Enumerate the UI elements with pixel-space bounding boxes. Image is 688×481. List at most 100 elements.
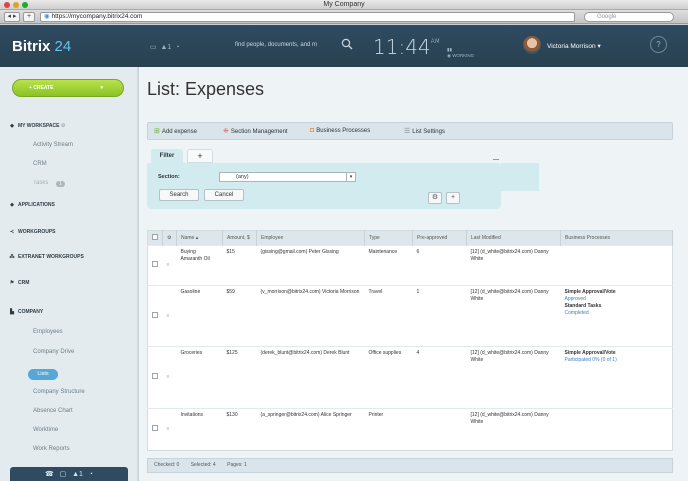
- row-checkbox[interactable]: [147, 285, 163, 347]
- bp-title: Simple Approval/Vote: [564, 289, 616, 295]
- sidebar-section-applications[interactable]: ◈ APPLICATIONS: [8, 202, 55, 208]
- cell-last-modified[interactable]: [12] (d_white@bitrix24.com) Danny White: [466, 285, 561, 347]
- cell-name[interactable]: Gasoline: [176, 285, 223, 347]
- sidebar-item-activity-stream[interactable]: Activity Stream: [33, 142, 73, 148]
- clock[interactable]: 11:44AM: [373, 35, 440, 59]
- checkbox[interactable]: [152, 311, 158, 318]
- notification-icon[interactable]: ▲1: [72, 471, 83, 478]
- cell-type[interactable]: Travel: [364, 285, 413, 347]
- sidebar-item-employees[interactable]: Employees: [33, 329, 63, 335]
- sidebar-item-tasks[interactable]: Tasks: [33, 180, 48, 186]
- cell-name[interactable]: Invitations: [176, 408, 223, 451]
- sidebar-bottom-bar[interactable]: ☎ ▢ ▲1 ◔: [10, 467, 128, 481]
- section-select[interactable]: (any) ▾: [219, 172, 356, 182]
- cell-employee[interactable]: (gissing@gmail.com) Peter Gissing: [256, 245, 365, 286]
- bp-status[interactable]: Completed: [565, 310, 669, 317]
- back-forward-button[interactable]: ◂ ▸: [4, 12, 20, 22]
- avatar[interactable]: [523, 36, 541, 54]
- table-row[interactable]: ≡ Groceries $125 (derek_blunt@bitrix24.c…: [147, 346, 673, 409]
- cloud-icon[interactable]: ◔: [89, 471, 93, 478]
- cell-employee[interactable]: (a_springer@bitrix24.com) Alice Springer: [256, 408, 365, 451]
- create-button[interactable]: + CREATE ▾: [12, 79, 124, 97]
- action-bar: ⊞ Add expense ⁜ Section Management ◘ Busine…: [147, 122, 673, 140]
- search-button[interactable]: Search: [159, 189, 199, 201]
- tab-filter[interactable]: Filter: [151, 149, 183, 163]
- cell-type[interactable]: Printer: [364, 408, 413, 451]
- column-header-name[interactable]: Name ▴: [176, 230, 223, 246]
- browser-search-input[interactable]: Google: [584, 12, 674, 22]
- column-header-type[interactable]: Type: [364, 230, 413, 246]
- cell-name[interactable]: Buying Amaranth Oil: [176, 245, 223, 286]
- business-processes-button[interactable]: ◘ Business Processes: [310, 127, 370, 134]
- column-header-business-processes[interactable]: Business Processes: [560, 230, 673, 246]
- sidebar-item-company-drive[interactable]: Company Drive: [33, 349, 74, 355]
- main-content: List: Expenses ⊞ Add expense ⁜ Section Man…: [139, 67, 688, 481]
- checkbox[interactable]: [152, 234, 158, 240]
- column-header-amount[interactable]: Amount, $: [222, 230, 257, 246]
- cell-employee[interactable]: (v_morrison@bitrix24.com) Victoria Morri…: [256, 285, 365, 347]
- bp-status[interactable]: Approved: [565, 296, 669, 303]
- column-header-preapproved[interactable]: Pre-approved: [412, 230, 467, 246]
- logo-number: 24: [54, 38, 72, 55]
- sidebar-item-worktime[interactable]: Worktime: [33, 427, 58, 433]
- address-bar[interactable]: ◉ https://mycompany.bitrix24.com: [40, 12, 575, 22]
- chat-icon[interactable]: ▢: [60, 471, 67, 478]
- sidebar-section-my-workspace[interactable]: ◆ MY WORKSPACE ⚙: [8, 123, 65, 129]
- new-tab-button[interactable]: +: [23, 12, 35, 22]
- cell-type[interactable]: Office supplies: [364, 346, 413, 409]
- sidebar-item-lists[interactable]: Lists: [28, 369, 58, 380]
- phone-icon[interactable]: ☎: [45, 471, 54, 478]
- column-settings-icon[interactable]: ⚙: [162, 230, 177, 246]
- sidebar-item-crm[interactable]: CRM: [33, 161, 47, 167]
- select-all-checkbox[interactable]: [147, 230, 163, 246]
- row-menu-icon[interactable]: ≡: [162, 408, 177, 451]
- filter-settings-icon[interactable]: ⚙: [428, 192, 442, 204]
- user-menu[interactable]: Victoria Morrison ▾: [547, 42, 601, 50]
- collapse-filter-icon[interactable]: [493, 159, 499, 160]
- sidebar-section-extranet[interactable]: ⁂ EXTRANET WORKGROUPS: [8, 254, 84, 260]
- cell-last-modified[interactable]: [12] (d_white@bitrix24.com) Danny White: [466, 408, 561, 451]
- search-icon[interactable]: [341, 38, 353, 50]
- checkbox[interactable]: [152, 373, 158, 379]
- table-row[interactable]: ≡ Buying Amaranth Oil $15 (gissing@gmail…: [147, 245, 673, 286]
- list-settings-button[interactable]: ☰ List Settings: [404, 127, 445, 135]
- column-header-last-modified[interactable]: Last Modified: [466, 230, 561, 246]
- checkbox[interactable]: [152, 425, 158, 431]
- chevron-down-icon: ▾: [100, 85, 103, 91]
- header-notification-icons[interactable]: ▭ ▲1 ◔: [150, 43, 179, 51]
- add-filter-tab-button[interactable]: +: [187, 149, 213, 163]
- sidebar-item-work-reports[interactable]: Work Reports: [33, 446, 70, 452]
- filter-add-icon[interactable]: +: [446, 192, 460, 204]
- row-checkbox[interactable]: [147, 245, 163, 286]
- table-row[interactable]: ≡ Invitations $130 (a_springer@bitrix24.…: [147, 408, 673, 451]
- sidebar-section-crm[interactable]: ⚑ CRM: [8, 280, 30, 286]
- checkbox[interactable]: [152, 261, 158, 267]
- working-status[interactable]: ▮▮ ◉ WORKING: [447, 47, 474, 59]
- row-checkbox[interactable]: [147, 346, 163, 409]
- cell-last-modified[interactable]: [12] (d_white@bitrix24.com) Danny White: [466, 245, 561, 286]
- cancel-button[interactable]: Cancel: [204, 189, 244, 201]
- sidebar-section-workgroups[interactable]: ≺ WORKGROUPS: [8, 229, 56, 235]
- row-menu-icon[interactable]: ≡: [162, 346, 177, 409]
- bp-status[interactable]: Participated 0% (0 of 1): [565, 357, 669, 364]
- cell-type[interactable]: Maintenance: [364, 245, 413, 286]
- row-menu-icon[interactable]: ≡: [162, 285, 177, 347]
- bitrix-logo[interactable]: Bitrix 24: [12, 38, 71, 55]
- table-row[interactable]: ≡ Gasoline $59 (v_morrison@bitrix24.com)…: [147, 285, 673, 347]
- sidebar-item-company-structure[interactable]: Company Structure: [33, 389, 85, 395]
- action-label: Business Processes: [316, 128, 371, 134]
- cell-employee[interactable]: (derek_blunt@bitrix24.com) Derek Blunt: [256, 346, 365, 409]
- sidebar-item-absence-chart[interactable]: Absence Chart: [33, 408, 73, 414]
- section-management-button[interactable]: ⁜ Section Management: [223, 127, 288, 135]
- add-expense-button[interactable]: ⊞ Add expense: [154, 127, 197, 135]
- help-button[interactable]: ?: [650, 36, 667, 53]
- cell-last-modified[interactable]: [12] (d_white@bitrix24.com) Danny White: [466, 346, 561, 409]
- header-search-input[interactable]: find people, documents, and m: [235, 42, 317, 48]
- sidebar-section-company[interactable]: ▙ COMPANY: [8, 309, 43, 315]
- row-menu-icon[interactable]: ≡: [162, 245, 177, 286]
- expenses-table: ⚙ Name ▴ Amount, $ Employee Type Pre-app…: [147, 230, 673, 451]
- cell-amount: $15: [222, 245, 257, 286]
- column-header-employee[interactable]: Employee: [256, 230, 365, 246]
- row-checkbox[interactable]: [147, 408, 163, 451]
- cell-name[interactable]: Groceries: [176, 346, 223, 409]
